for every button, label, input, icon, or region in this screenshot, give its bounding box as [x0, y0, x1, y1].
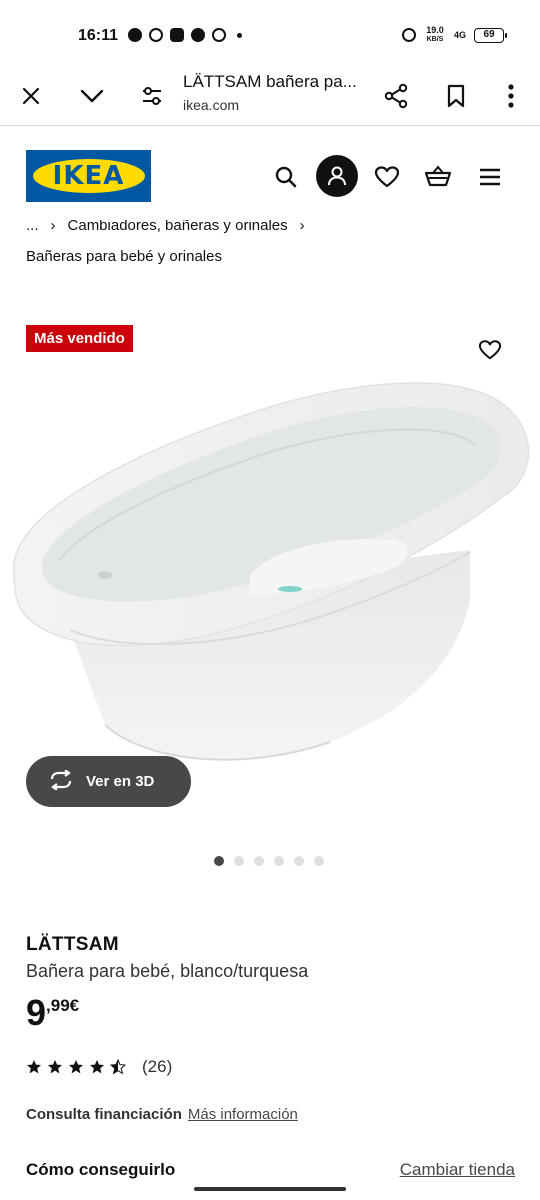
share-icon[interactable]: [376, 76, 416, 116]
account-icon[interactable]: [316, 155, 358, 197]
battery-icon: 69: [474, 27, 507, 43]
financing-row: Consulta financiación Más información: [26, 1106, 298, 1123]
carousel-dot[interactable]: [294, 856, 304, 866]
status-bar: 16:11 19.0 KB/S 4G 69: [0, 0, 540, 70]
browser-toolbar: LÄTTSAM bañera pa... ikea.com: [0, 70, 540, 126]
chevron-down-icon[interactable]: [72, 76, 112, 116]
more-notifications-icon: [237, 32, 242, 38]
price-decimal: ,99€: [46, 996, 80, 1015]
how-to-get-title: Cómo conseguirlo: [26, 1160, 176, 1179]
search-icon[interactable]: [266, 157, 306, 197]
image-carousel-dots: [214, 856, 324, 866]
carousel-dot[interactable]: [314, 856, 324, 866]
star-icon: [90, 1060, 104, 1074]
close-icon[interactable]: [11, 76, 51, 116]
page-title: LÄTTSAM bañera pa...: [183, 72, 357, 91]
notes-icon: [170, 28, 184, 42]
basket-icon[interactable]: [418, 157, 458, 197]
page-domain: ikea.com: [183, 97, 240, 113]
view-3d-button[interactable]: Ver en 3D: [26, 756, 191, 807]
tiktok-icon: [212, 28, 226, 42]
view-3d-label: Ver en 3D: [86, 773, 155, 790]
breadcrumb-current[interactable]: Bañeras para bebé y orinales: [26, 248, 526, 265]
ikea-logo-text: IKEA: [52, 161, 125, 191]
heart-icon[interactable]: [367, 157, 407, 197]
more-vert-icon[interactable]: [491, 76, 531, 116]
review-count[interactable]: (26): [142, 1057, 172, 1077]
network-speed-unit: KB/S: [426, 36, 444, 43]
half-star-icon: [110, 1059, 126, 1075]
alarm-icon: [401, 28, 416, 42]
breadcrumb-parent[interactable]: Cambiadores, bañeras y orinales: [68, 220, 288, 234]
network-speed: 19.0 KB/S: [424, 26, 446, 44]
tune-icon[interactable]: [132, 76, 172, 116]
product-price: 9 ,99€: [26, 994, 79, 1032]
product-rating[interactable]: (26): [26, 1057, 172, 1077]
notification-icons: [128, 28, 242, 42]
signal-icon: 4G: [453, 30, 466, 40]
carousel-dot[interactable]: [234, 856, 244, 866]
star-icon: [69, 1060, 83, 1074]
rotate-3d-icon: [48, 768, 74, 794]
change-store-link[interactable]: Cambiar tienda: [400, 1160, 515, 1180]
system-status: 19.0 KB/S 4G 69: [401, 26, 507, 44]
product-description: Bañera para bebé, blanco/turquesa: [26, 961, 309, 981]
product-name: LÄTTSAM: [26, 934, 119, 955]
breadcrumb: ... › Cambiadores, bañeras y orinales › …: [26, 220, 526, 265]
network-speed-value: 19.0: [426, 25, 444, 35]
menu-icon[interactable]: [470, 157, 510, 197]
financing-label: Consulta financiación: [26, 1106, 182, 1123]
home-indicator[interactable]: [194, 1187, 346, 1191]
add-to-favorites-heart-icon[interactable]: [475, 335, 505, 365]
bookmark-icon[interactable]: [436, 76, 476, 116]
ikea-logo[interactable]: IKEA: [26, 150, 151, 202]
ikea-logo-oval: IKEA: [32, 159, 145, 193]
address-bar[interactable]: LÄTTSAM bañera pa... ikea.com: [183, 72, 373, 113]
product-gallery[interactable]: Más vendido Ver en 3D: [0, 300, 540, 840]
bestseller-badge: Más vendido: [26, 325, 133, 352]
site-header: IKEA: [0, 127, 540, 222]
star-icon: [27, 1060, 41, 1074]
financing-more-info-link[interactable]: Más información: [188, 1106, 298, 1123]
price-integer: 9: [26, 992, 47, 1033]
carousel-dot[interactable]: [254, 856, 264, 866]
chevron-right-icon: ›: [299, 220, 305, 234]
carousel-dot[interactable]: [274, 856, 284, 866]
star-icon: [48, 1060, 62, 1074]
facebook-icon: [128, 28, 142, 42]
chevron-right-icon: ›: [50, 220, 56, 234]
product-image-baby-bath: [13, 382, 530, 761]
breadcrumb-ellipsis[interactable]: ...: [26, 220, 39, 234]
rating-stars: [26, 1059, 126, 1075]
carousel-dot[interactable]: [214, 856, 224, 866]
breadcrumb-row: ... › Cambiadores, bañeras y orinales ›: [26, 220, 526, 240]
status-time: 16:11: [78, 27, 119, 44]
instagram-icon: [149, 28, 163, 42]
pinterest-icon: [191, 28, 205, 42]
